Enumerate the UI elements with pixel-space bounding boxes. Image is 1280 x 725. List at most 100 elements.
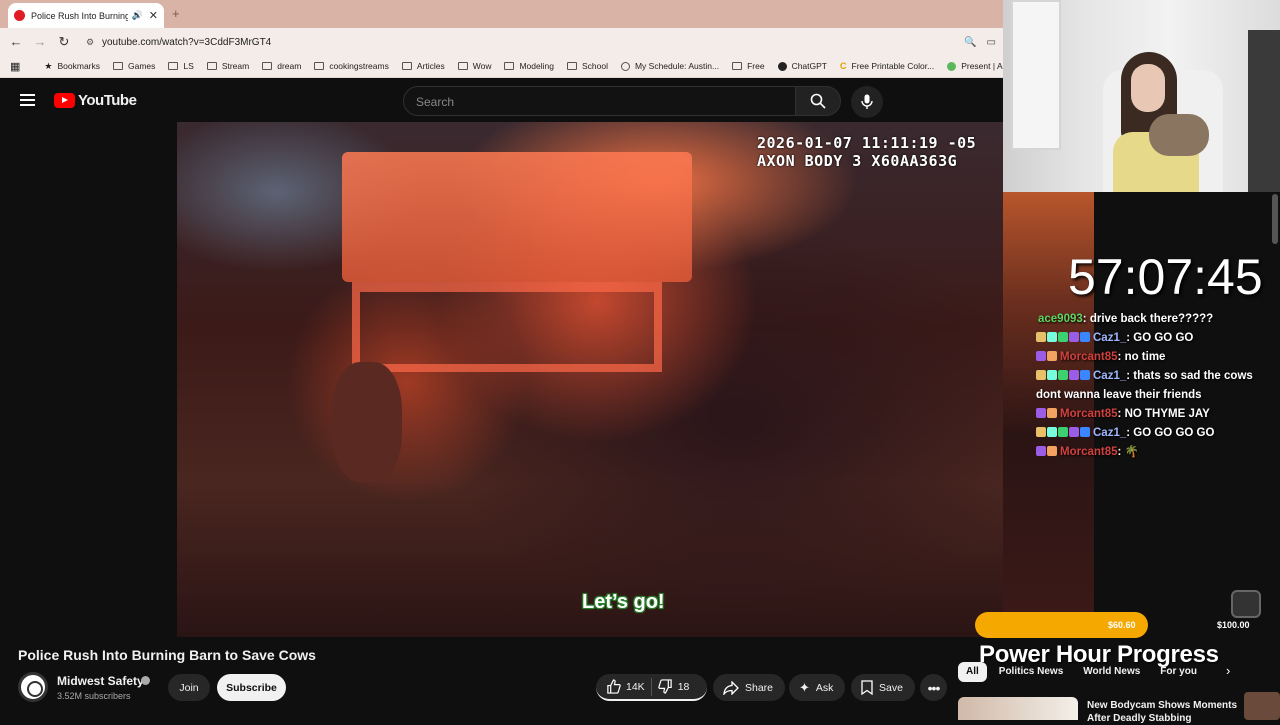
bookmark-label: cookingstreams xyxy=(329,61,389,71)
chat-badge-icon xyxy=(1047,408,1057,418)
youtube-play-icon xyxy=(54,93,75,108)
chat-badge-icon xyxy=(1080,427,1090,437)
channel-avatar[interactable] xyxy=(18,672,48,702)
channel-name[interactable]: Midwest Safety xyxy=(57,674,144,688)
chat-badge-icon xyxy=(1036,446,1046,456)
video-scene-wagon xyxy=(342,152,692,282)
bookmark-item[interactable]: School xyxy=(566,61,608,71)
like-count: 14K xyxy=(626,680,645,693)
chat-badge-icon xyxy=(1069,332,1079,342)
bookmark-label: dream xyxy=(277,61,302,71)
divider xyxy=(650,677,652,696)
youtube-logo[interactable]: YouTube xyxy=(54,92,137,109)
chevron-right-icon[interactable]: › xyxy=(1226,663,1230,678)
bookmark-label: Games xyxy=(128,61,156,71)
bookmark-item[interactable]: Modeling xyxy=(504,61,554,71)
browser-tab[interactable]: Police Rush Into Burning Ba 🔊 ✕ xyxy=(8,3,164,28)
chip-all[interactable]: All xyxy=(958,662,987,682)
bookmark-item[interactable]: C Free Printable Color... xyxy=(840,61,934,71)
join-button[interactable]: Join xyxy=(168,674,210,701)
bookmark-item[interactable]: ChatGPT xyxy=(777,61,827,71)
bookmark-icon xyxy=(861,680,873,695)
ask-button[interactable]: ✦ Ask xyxy=(789,674,845,701)
tab-title: Police Rush Into Burning Ba xyxy=(31,10,128,21)
search-icon xyxy=(810,93,826,109)
chat-badge-icon xyxy=(1080,370,1090,380)
close-tab-icon[interactable]: ✕ xyxy=(149,9,158,22)
bookmark-item[interactable]: Free xyxy=(732,61,765,71)
voice-search-button[interactable] xyxy=(851,86,883,118)
bookmark-item[interactable]: Stream xyxy=(206,61,249,71)
chat-username[interactable]: Morcant85 xyxy=(1060,351,1118,363)
folder-icon xyxy=(113,62,123,70)
bookmarks-bar: ▦ ★ Bookmarks Games LS Stream dream cooki… xyxy=(0,55,1003,78)
folder-icon xyxy=(732,62,743,70)
new-tab-icon[interactable]: + xyxy=(172,6,180,21)
chat-badge-icon xyxy=(1047,370,1057,380)
scrollbar[interactable] xyxy=(1272,194,1278,244)
chip-world-news[interactable]: World News xyxy=(1075,662,1148,682)
chat-username[interactable]: Morcant85 xyxy=(1060,446,1118,458)
bookmark-item[interactable]: Wow xyxy=(457,61,492,71)
chat-badges xyxy=(1036,443,1058,462)
cast-icon[interactable]: ▭ xyxy=(987,37,996,48)
search-button[interactable] xyxy=(795,86,841,116)
recommended-title[interactable]: New Bodycam Shows Moments After Deadly S… xyxy=(1087,699,1247,725)
chat-badge-icon xyxy=(1036,332,1046,342)
stream-chat: ace9093: drive back there????? Caz1_: GO … xyxy=(1036,310,1276,462)
bookmark-item[interactable]: Games xyxy=(113,61,155,71)
chip-for-you[interactable]: For you xyxy=(1152,662,1205,682)
chat-badge-icon xyxy=(1058,370,1068,380)
sparkle-icon: ✦ xyxy=(799,679,810,695)
forward-icon[interactable]: → xyxy=(28,34,52,49)
bookmark-item[interactable]: ★ Bookmarks xyxy=(44,61,100,72)
like-dislike-group: 14K 18 xyxy=(596,674,707,701)
bookmark-label: ChatGPT xyxy=(791,61,827,71)
bookmark-item[interactable]: Articles xyxy=(401,61,445,71)
chat-username[interactable]: Caz1_ xyxy=(1093,427,1126,439)
chat-badge-icon xyxy=(1069,427,1079,437)
share-button[interactable]: Share xyxy=(713,674,785,701)
chat-username[interactable]: ace9093 xyxy=(1038,313,1083,325)
save-button[interactable]: Save xyxy=(851,674,915,701)
chat-message: Morcant85: NO THYME JAY xyxy=(1036,405,1276,424)
search-input[interactable]: Search xyxy=(403,86,796,116)
zoom-icon[interactable]: 🔍 xyxy=(964,37,976,48)
video-player[interactable]: 2026-01-07 11:11:19 -05 AXON BODY 3 X60A… xyxy=(177,122,1003,637)
webcam-feed xyxy=(1003,0,1280,192)
subscribe-button[interactable]: Subscribe xyxy=(217,674,286,701)
folder-icon xyxy=(504,62,515,70)
chatgpt-icon xyxy=(777,61,787,71)
bookmark-label: Present | Acorns xyxy=(961,61,1003,71)
bookmark-label: Wow xyxy=(472,61,492,71)
video-scene-frame xyxy=(352,282,662,372)
chip-politics-news[interactable]: Politics News xyxy=(991,662,1071,682)
bookmark-item[interactable]: dream xyxy=(262,61,301,71)
more-actions-button[interactable]: ••• xyxy=(920,674,947,701)
bookmark-item[interactable]: cookingstreams xyxy=(314,61,389,71)
reload-icon[interactable]: ↻ xyxy=(52,34,76,50)
hamburger-menu-icon[interactable] xyxy=(20,94,35,106)
apps-icon[interactable]: ▦ xyxy=(10,60,20,73)
chat-username[interactable]: Caz1_ xyxy=(1093,332,1126,344)
dislike-button[interactable]: 18 xyxy=(657,679,689,694)
youtube-header: YouTube Search xyxy=(0,78,1003,122)
chat-text: 🌴 xyxy=(1124,446,1139,458)
recommended-thumbnail[interactable] xyxy=(958,697,1078,720)
audio-icon[interactable]: 🔊 xyxy=(132,10,143,21)
chat-username[interactable]: Morcant85 xyxy=(1060,408,1118,420)
chat-badge-icon xyxy=(1036,408,1046,418)
bookmark-item[interactable]: My Schedule: Austin... xyxy=(620,61,719,71)
bookmark-label: Bookmarks xyxy=(57,61,100,71)
progress-goal: $100.00 xyxy=(1217,620,1250,630)
site-info-icon[interactable]: ⚙ xyxy=(86,37,102,48)
webcam-streamer xyxy=(1113,52,1209,192)
chat-badges xyxy=(1036,348,1058,367)
url-field[interactable]: ⚙ youtube.com/watch?v=3CddF3MrGT4 🔍 ▭ xyxy=(80,32,1000,52)
like-button[interactable]: 14K xyxy=(606,679,645,694)
chat-username[interactable]: Caz1_ xyxy=(1093,370,1126,382)
back-icon[interactable]: ← xyxy=(4,34,28,49)
video-scene-wheel xyxy=(332,362,402,482)
bookmark-item[interactable]: Present | Acorns xyxy=(947,61,1003,71)
bookmark-item[interactable]: LS xyxy=(168,61,194,71)
